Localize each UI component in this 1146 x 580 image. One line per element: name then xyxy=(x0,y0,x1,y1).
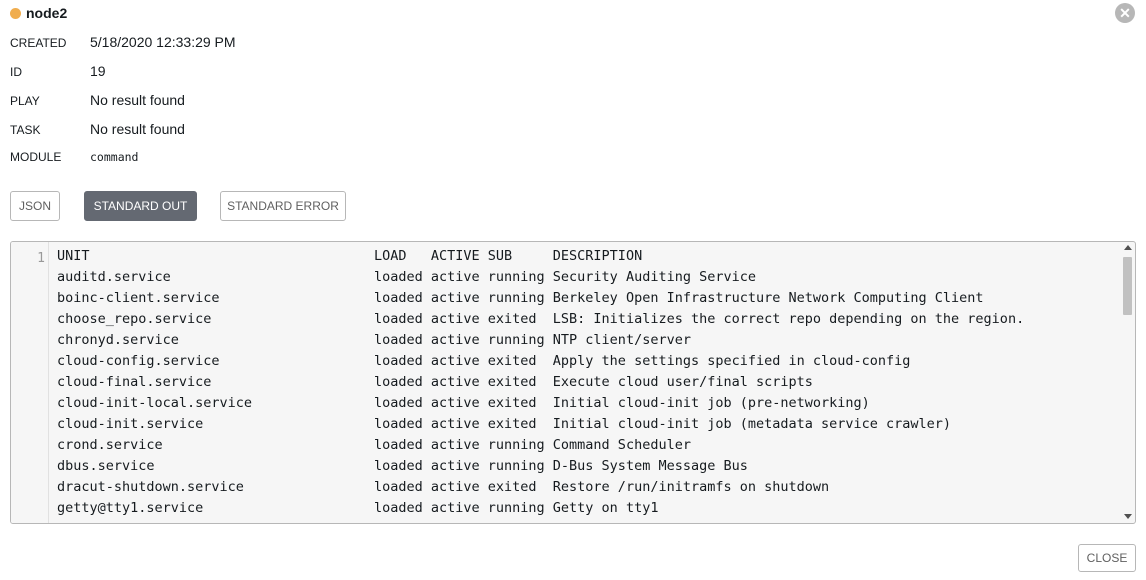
detail-value: No result found xyxy=(90,92,185,108)
scroll-up-arrow-icon[interactable] xyxy=(1124,245,1132,250)
detail-label: PLAY xyxy=(10,94,40,108)
detail-label: ID xyxy=(10,65,22,79)
output-line: UNIT LOAD ACTIVE SUB DESCRIPTION xyxy=(57,248,643,264)
detail-label: CREATED xyxy=(10,36,67,50)
detail-module: MODULE command xyxy=(10,150,236,179)
detail-created: CREATED 5/18/2020 12:33:29 PM xyxy=(10,34,236,63)
output-line: crond.service loaded active running Comm… xyxy=(57,437,691,453)
output-tabs: JSON STANDARD OUT STANDARD ERROR xyxy=(10,191,346,221)
host-title: node2 xyxy=(26,5,68,21)
output-line: dracut-shutdown.service loaded active ex… xyxy=(57,479,830,495)
detail-value: 5/18/2020 12:33:29 PM xyxy=(90,34,236,50)
tab-json[interactable]: JSON xyxy=(10,191,60,221)
tab-standard-out[interactable]: STANDARD OUT xyxy=(84,191,197,221)
output-line: cloud-init.service loaded active exited … xyxy=(57,416,952,432)
output-line: cloud-final.service loaded active exited… xyxy=(57,374,813,390)
detail-label: MODULE xyxy=(10,150,62,164)
line-number: 1 xyxy=(37,251,45,266)
detail-play: PLAY No result found xyxy=(10,92,236,121)
status-dot-icon xyxy=(10,7,21,19)
line-gutter: 1 xyxy=(11,242,49,523)
scroll-down-arrow-icon[interactable] xyxy=(1124,514,1132,519)
scroll-thumb[interactable] xyxy=(1123,257,1132,315)
detail-id: ID 19 xyxy=(10,63,236,92)
detail-value: command xyxy=(90,150,139,164)
detail-label: TASK xyxy=(10,123,41,137)
close-button[interactable]: CLOSE xyxy=(1078,544,1136,572)
output-line: getty@tty1.service loaded active running… xyxy=(57,500,659,516)
detail-task: TASK No result found xyxy=(10,121,236,150)
detail-value: No result found xyxy=(90,121,185,137)
output-viewer[interactable]: 1 UNIT LOAD ACTIVE SUB DESCRIPTION audit… xyxy=(10,241,1136,524)
output-lines: UNIT LOAD ACTIVE SUB DESCRIPTION auditd.… xyxy=(57,246,1024,519)
details-list: CREATED 5/18/2020 12:33:29 PM ID 19 PLAY… xyxy=(10,34,236,179)
output-line: dbus.service loaded active running D-Bus… xyxy=(57,458,748,474)
output-line: cloud-init-local.service loaded active e… xyxy=(57,395,870,411)
output-line: chronyd.service loaded active running NT… xyxy=(57,332,691,348)
output-line: auditd.service loaded active running Sec… xyxy=(57,269,756,285)
output-line: cloud-config.service loaded active exite… xyxy=(57,353,911,369)
output-line: choose_repo.service loaded active exited… xyxy=(57,311,1025,327)
tab-standard-error[interactable]: STANDARD ERROR xyxy=(220,191,346,221)
close-circle-icon[interactable]: ✕ xyxy=(1115,3,1135,23)
vertical-scrollbar[interactable] xyxy=(1121,242,1135,523)
modal-header: node2 xyxy=(10,4,67,22)
detail-value: 19 xyxy=(90,63,106,79)
output-line: boinc-client.service loaded active runni… xyxy=(57,290,984,306)
